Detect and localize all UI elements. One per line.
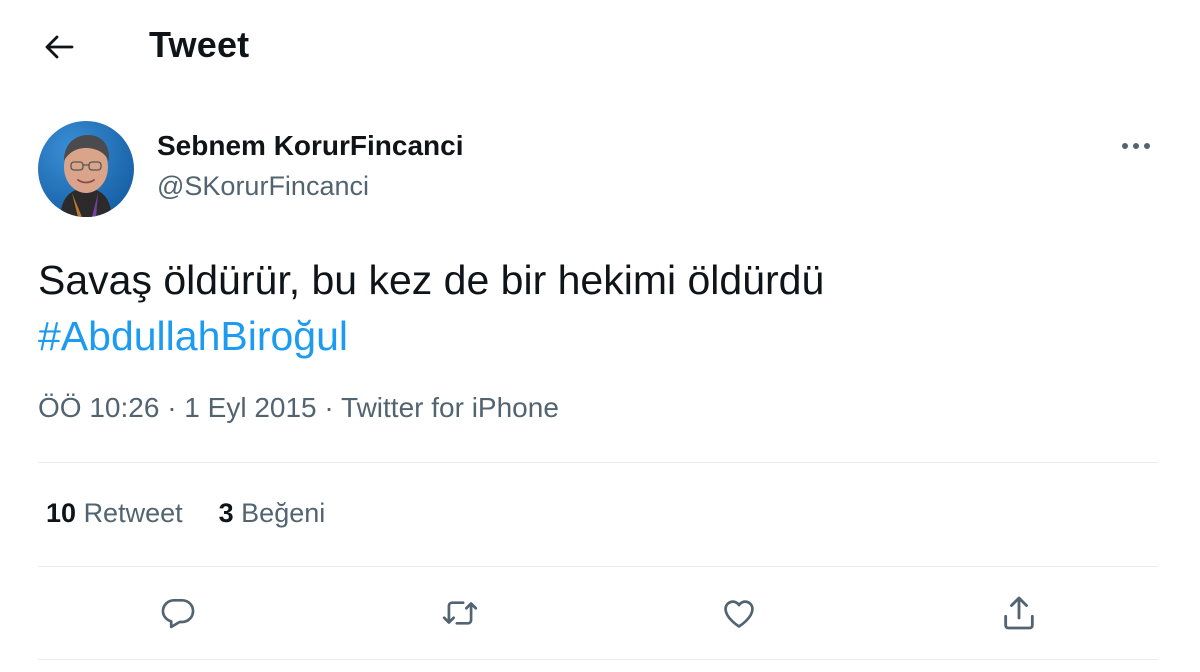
- likes-count: 3: [218, 498, 234, 528]
- retweets-label: Retweet: [83, 498, 183, 528]
- profile-photo: [38, 121, 134, 217]
- tweet-time[interactable]: ÖÖ 10:26: [38, 392, 159, 423]
- like-button[interactable]: [716, 590, 762, 636]
- retweet-button[interactable]: [437, 590, 483, 636]
- retweets-count: 10: [46, 498, 77, 528]
- retweets-stat[interactable]: 10 Retweet: [46, 498, 183, 529]
- avatar[interactable]: [38, 121, 134, 217]
- tweet-date[interactable]: 1 Eyl 2015: [184, 392, 316, 423]
- like-icon: [724, 600, 754, 628]
- divider: [38, 566, 1158, 567]
- header-bar: Tweet: [0, 0, 1200, 92]
- retweet-icon: [442, 601, 478, 625]
- more-button[interactable]: [1118, 130, 1154, 162]
- meta-separator: ·: [324, 392, 334, 423]
- arrow-left-icon: [45, 35, 74, 59]
- likes-stat[interactable]: 3 Beğeni: [219, 498, 326, 529]
- likes-label: Beğeni: [241, 498, 326, 528]
- reply-icon: [161, 598, 195, 629]
- tweet-source[interactable]: Twitter for iPhone: [341, 392, 559, 423]
- page-title: Tweet: [149, 24, 250, 65]
- reply-button[interactable]: [155, 590, 201, 636]
- tweet-body: Savaş öldürür, bu kez de bir hekimi öldü…: [38, 252, 824, 364]
- divider: [38, 462, 1158, 463]
- hashtag-link[interactable]: #AbdullahBiroğul: [38, 308, 824, 364]
- meta-separator: ·: [167, 392, 177, 423]
- tweet-text: Savaş öldürür, bu kez de bir hekimi öldü…: [38, 257, 825, 303]
- share-icon: [1004, 596, 1034, 630]
- tweet-stats: 10 Retweet 3 Beğeni: [46, 498, 325, 529]
- back-button[interactable]: [38, 26, 80, 68]
- tweet-meta: ÖÖ 10:26 · 1 Eyl 2015 · Twitter for iPho…: [38, 392, 559, 424]
- divider: [38, 659, 1158, 660]
- author-name[interactable]: Sebnem KorurFincanci: [157, 130, 464, 162]
- author-handle[interactable]: @SKorurFincanci: [157, 171, 369, 202]
- share-button[interactable]: [996, 590, 1042, 636]
- more-options-icon: [1122, 143, 1150, 149]
